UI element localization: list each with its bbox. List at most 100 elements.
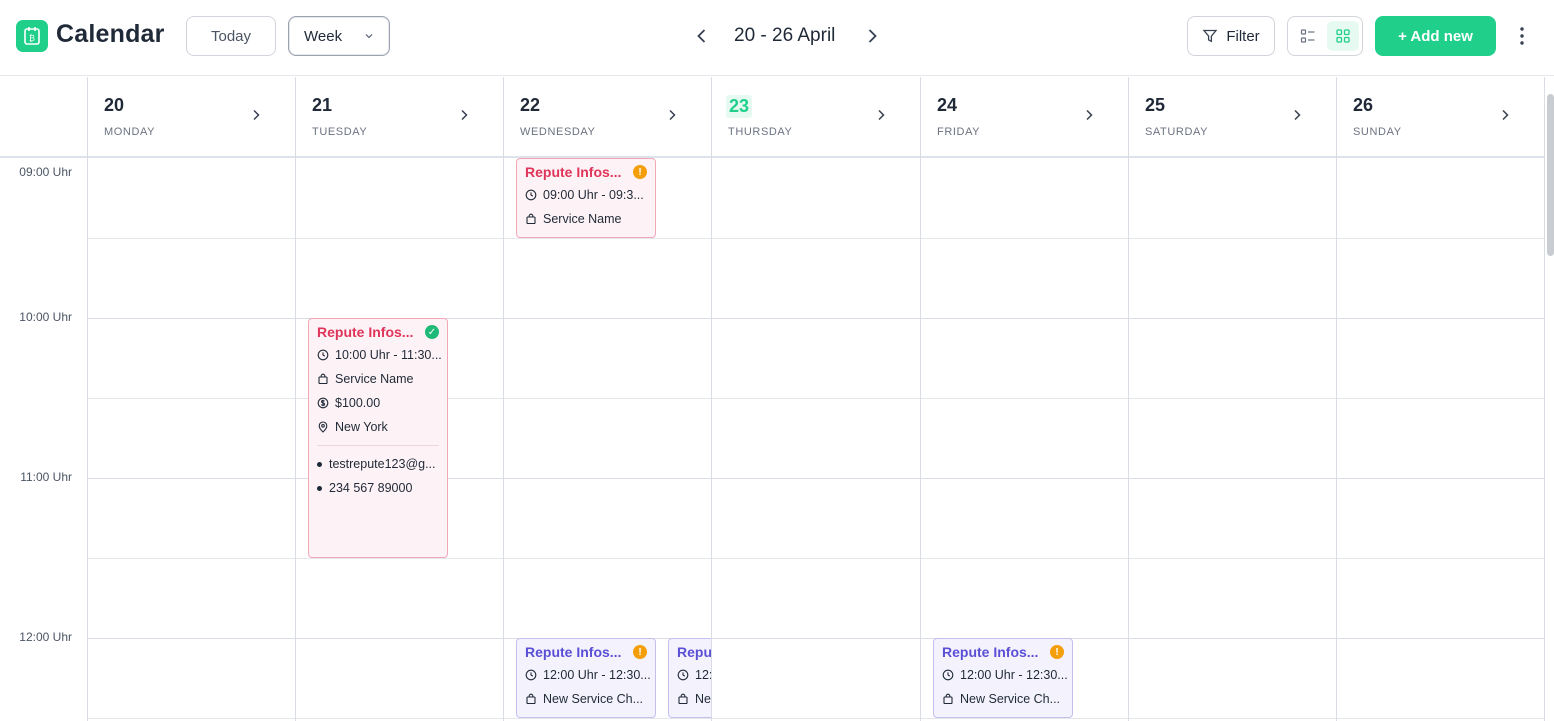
chevron-down-icon (365, 34, 373, 39)
check-circle-icon: ✓ (425, 325, 439, 339)
appointment-service-row: New Service Ch... (525, 692, 651, 706)
day-header-monday[interactable]: 20 MONDAY (88, 77, 295, 158)
customer-email: testrepute123@g... (329, 457, 436, 471)
appointment-service: Service Name (543, 212, 622, 226)
appointment-service: New Service Ch... (543, 692, 644, 706)
filter-icon (1202, 29, 1218, 43)
shopping-bag-icon (943, 693, 953, 705)
appointment-time-row: 12:00 Uhr - 12:30... (942, 668, 1068, 682)
appointment-time: 12: (695, 668, 711, 682)
appointment-time-row: 12:00 Uhr - 12:30... (525, 668, 651, 682)
appointment-title: Repute Infos... (525, 164, 622, 180)
day-number: 22 (520, 95, 541, 115)
chevron-right-icon[interactable] (1498, 108, 1512, 122)
more-options-icon[interactable] (1512, 24, 1532, 48)
chevron-right-icon[interactable] (1290, 108, 1304, 122)
day-number: 21 (312, 95, 333, 115)
appointment-service: Service Name (335, 372, 414, 386)
appointment-service-row: Service Name (317, 372, 443, 386)
date-range-label: 20 - 26 April (734, 25, 836, 46)
clock-icon (525, 189, 537, 201)
day-header-friday[interactable]: 24 FRIDAY (921, 77, 1128, 158)
next-week-icon[interactable] (862, 26, 882, 46)
day-name: TUESDAY (312, 126, 368, 138)
appointment-time-row: 12: (677, 668, 711, 682)
vertical-scrollbar[interactable] (1547, 94, 1554, 256)
clock-icon (677, 669, 689, 681)
appointment-service: New Service Ch... (960, 692, 1061, 706)
appointment-title: Repute Infos... (942, 644, 1039, 660)
clock-icon (317, 349, 329, 361)
list-view-icon (1300, 29, 1315, 43)
bullet-icon (317, 485, 322, 491)
clock-icon (942, 669, 954, 681)
today-button[interactable]: Today (186, 16, 276, 56)
day-number: 25 (1145, 95, 1166, 115)
filter-button[interactable]: Filter (1187, 16, 1275, 56)
chevron-right-icon[interactable] (665, 108, 679, 122)
appointment-location: New York (335, 420, 388, 434)
appointment-title: Repute Infos... (317, 324, 414, 340)
add-new-button[interactable]: + Add new (1375, 16, 1496, 56)
layout-toggle (1287, 16, 1363, 56)
shopping-bag-icon (526, 693, 536, 705)
day-name: SUNDAY (1353, 126, 1402, 138)
customer-email-row: testrepute123@g... (317, 457, 443, 471)
grid-view-button[interactable] (1327, 21, 1359, 51)
warning-icon: ! (633, 165, 647, 179)
appointment-time: 10:00 Uhr - 11:30... (335, 348, 442, 362)
day-header-sunday[interactable]: 26 SUNDAY (1337, 77, 1544, 158)
previous-week-icon[interactable] (692, 26, 712, 46)
chevron-right-icon[interactable] (874, 108, 888, 122)
chevron-right-icon[interactable] (249, 108, 263, 122)
appointment-card[interactable]: Repute Infos... ! 12:00 Uhr - 12:30... N… (516, 638, 656, 718)
bullet-icon (317, 461, 322, 467)
day-name: WEDNESDAY (520, 126, 596, 138)
top-bar: ₿ Calendar Today Week 20 - 26 April Filt… (0, 0, 1554, 76)
dollar-icon (317, 397, 329, 409)
appointment-card[interactable]: Repute Infos... ! 12:00 Uhr - 12:30... N… (933, 638, 1073, 718)
appointment-service-row: New Service Ch... (942, 692, 1068, 706)
shopping-bag-icon (526, 213, 536, 225)
time-label: 09:00 Uhr (19, 165, 72, 179)
customer-phone: 234 567 89000 (329, 481, 413, 495)
customer-phone-row: 234 567 89000 (317, 481, 443, 495)
warning-icon: ! (633, 645, 647, 659)
week-grid: 20 MONDAY 21 TUESDAY 22 WEDNESDAY 23 THU… (0, 77, 1554, 721)
appointment-time: 09:00 Uhr - 09:3... (543, 188, 644, 202)
filter-label: Filter (1226, 27, 1260, 45)
view-select[interactable]: Week (288, 16, 390, 56)
today-day-number: 23 (726, 95, 753, 118)
day-number: 26 (1353, 95, 1374, 115)
day-header-tuesday[interactable]: 21 TUESDAY (296, 77, 503, 158)
day-name: FRIDAY (937, 126, 981, 138)
day-number: 24 (937, 95, 958, 115)
warning-icon: ! (1050, 645, 1064, 659)
divider (317, 445, 439, 446)
day-number: 20 (104, 95, 125, 115)
list-view-button[interactable] (1292, 21, 1324, 51)
appointment-time-row: 09:00 Uhr - 09:3... (525, 188, 651, 202)
appointment-time-row: 10:00 Uhr - 11:30... (317, 348, 443, 362)
shopping-bag-icon (678, 693, 688, 705)
appointment-price-row: $100.00 (317, 396, 443, 410)
chevron-right-icon[interactable] (457, 108, 471, 122)
appointment-time: 12:00 Uhr - 12:30... (960, 668, 1068, 682)
appointment-card[interactable]: Repute Infos... ✓ 10:00 Uhr - 11:30... S… (308, 318, 448, 558)
time-label: 11:00 Uhr (20, 470, 72, 484)
day-name: SATURDAY (1145, 126, 1209, 138)
time-label: 12:00 Uhr (19, 630, 72, 644)
appointment-service: Ne (695, 692, 711, 706)
app-title: Calendar (56, 20, 165, 48)
day-header-thursday[interactable]: 23 THURSDAY (712, 77, 920, 158)
day-header-wednesday[interactable]: 22 WEDNESDAY (504, 77, 711, 158)
view-select-value: Week (304, 27, 343, 45)
day-name: MONDAY (104, 126, 156, 138)
appointment-service-row: Ne (677, 692, 711, 706)
day-header-saturday[interactable]: 25 SATURDAY (1129, 77, 1336, 158)
appointment-title: Repute Infos... (525, 644, 622, 660)
appointment-card[interactable]: Repu 12: Ne (668, 638, 711, 718)
appointment-card[interactable]: Repute Infos... ! 09:00 Uhr - 09:3... Se… (516, 158, 656, 238)
calendar-logo-icon: ₿ (16, 20, 48, 52)
chevron-right-icon[interactable] (1082, 108, 1096, 122)
